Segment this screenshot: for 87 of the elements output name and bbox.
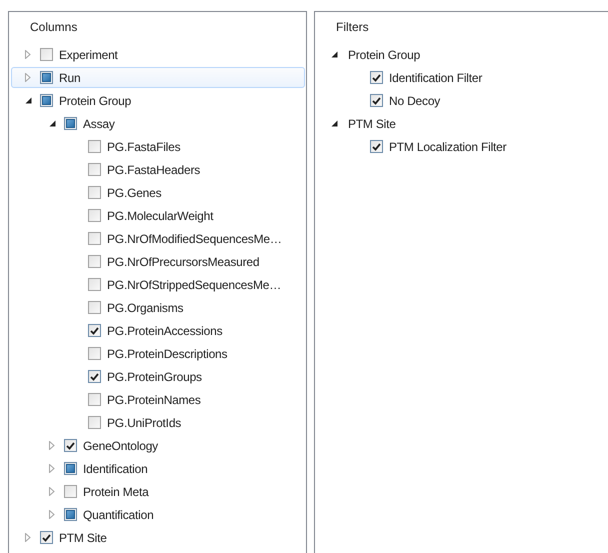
tree-item-label: PG.ProteinAccessions [107,324,222,338]
tree-item[interactable]: PG.ProteinGroups [11,366,305,387]
tree-item[interactable]: PTM Site [317,113,608,134]
expand-arrow-icon[interactable] [25,73,31,82]
tree-item-label: PG.ProteinNames [107,392,201,406]
checkbox[interactable] [88,140,101,153]
checkbox[interactable] [88,278,101,291]
tree-item[interactable]: PTM Localization Filter [317,136,608,157]
tree-item-label: No Decoy [389,94,440,108]
tree-item-label: Identification [83,462,148,476]
tree-item-label: PTM Site [348,116,396,130]
tree-item[interactable]: PTM Site [11,527,305,548]
tree-item-label: PG.NrOfModifiedSequencesMe… [107,232,282,246]
checkbox[interactable] [88,324,101,337]
checkbox[interactable] [88,209,101,222]
tree-item[interactable]: Identification Filter [317,67,608,88]
tree-item-label: Quantification [83,508,154,522]
checkbox[interactable] [64,485,77,498]
expand-arrow-icon[interactable] [49,464,55,473]
tree-item-label: PTM Localization Filter [389,140,506,154]
tree-item[interactable]: Run [11,67,305,88]
panel-title: Filters [335,19,370,36]
tree-item-label: Protein Meta [83,484,149,498]
checkbox[interactable] [370,94,383,107]
tree-item-label: PG.NrOfStrippedSequencesMe… [107,278,282,292]
tree-item-label: PG.FastaHeaders [107,162,200,176]
tree-item[interactable]: PG.UniProtIds [11,412,305,433]
tree-item[interactable]: PG.Organisms [11,297,305,318]
tree-item[interactable]: Experiment [11,44,305,65]
collapse-arrow-icon[interactable] [48,120,56,127]
checkbox[interactable] [88,393,101,406]
checkbox[interactable] [88,255,101,268]
collapse-arrow-icon[interactable] [330,51,338,58]
tree-item[interactable]: PG.FastaFiles [11,136,305,157]
expand-arrow-icon[interactable] [25,533,31,542]
tree-item[interactable]: PG.FastaHeaders [11,159,305,180]
tree-item[interactable]: Protein Group [11,90,305,111]
tree-item-label: Run [59,70,80,84]
expand-arrow-icon[interactable] [49,487,55,496]
tree-item-label: PTM Site [59,530,107,544]
tree-item-label: PG.NrOfPrecursorsMeasured [107,254,260,268]
checkbox[interactable] [64,439,77,452]
checkbox[interactable] [40,531,53,544]
checkbox[interactable] [88,232,101,245]
checkbox[interactable] [370,140,383,153]
checkbox[interactable] [88,301,101,314]
tree-item-label: PG.Genes [107,186,162,200]
tree-item[interactable]: PG.Genes [11,182,305,203]
checkbox[interactable] [88,416,101,429]
expand-arrow-icon[interactable] [49,510,55,519]
tree-item[interactable]: GeneOntology [11,435,305,456]
expand-arrow-icon[interactable] [49,441,55,450]
checkbox[interactable] [88,163,101,176]
expand-arrow-icon[interactable] [25,50,31,59]
tree-item[interactable]: PG.ProteinNames [11,389,305,410]
tree-item[interactable]: PG.NrOfModifiedSequencesMe… [11,228,305,249]
tree-item-label: PG.MolecularWeight [107,208,214,222]
tree-item[interactable]: PG.MolecularWeight [11,205,305,226]
tree-item-label: Protein Group [348,48,420,62]
tree-item[interactable]: No Decoy [317,90,608,111]
tree-item-label: PG.Organisms [107,300,184,314]
checkbox[interactable] [88,347,101,360]
tree-item[interactable]: PG.ProteinDescriptions [11,343,305,364]
tree-item[interactable]: Protein Meta [11,481,305,502]
tree-item[interactable]: Protein Group [317,44,608,65]
tree-item-label: Experiment [59,48,118,62]
checkbox[interactable] [370,71,383,84]
checkbox[interactable] [88,186,101,199]
tree-item-label: PG.UniProtIds [107,416,182,430]
tree-item-label: PG.FastaFiles [107,140,180,154]
checkbox[interactable] [88,370,101,383]
collapse-arrow-icon[interactable] [330,120,338,127]
tree-item-label: GeneOntology [83,438,158,452]
tree-item[interactable]: Identification [11,458,305,479]
tree-item-label: PG.ProteinGroups [107,370,202,384]
checkbox[interactable] [40,48,53,61]
collapse-arrow-icon[interactable] [24,97,32,104]
tree-item[interactable]: PG.ProteinAccessions [11,320,305,341]
tree-item[interactable]: Quantification [11,504,305,525]
tree-item-label: PG.ProteinDescriptions [107,346,228,360]
panel-title: Columns [29,19,78,36]
tree-item-label: Identification Filter [389,70,482,84]
tree-item[interactable]: Assay [11,113,305,134]
tree-item[interactable]: PG.NrOfPrecursorsMeasured [11,251,305,272]
tree-item-label: Assay [83,116,115,130]
tree-item[interactable]: PG.NrOfStrippedSequencesMe… [11,274,305,295]
tree-item-label: Protein Group [59,94,132,108]
